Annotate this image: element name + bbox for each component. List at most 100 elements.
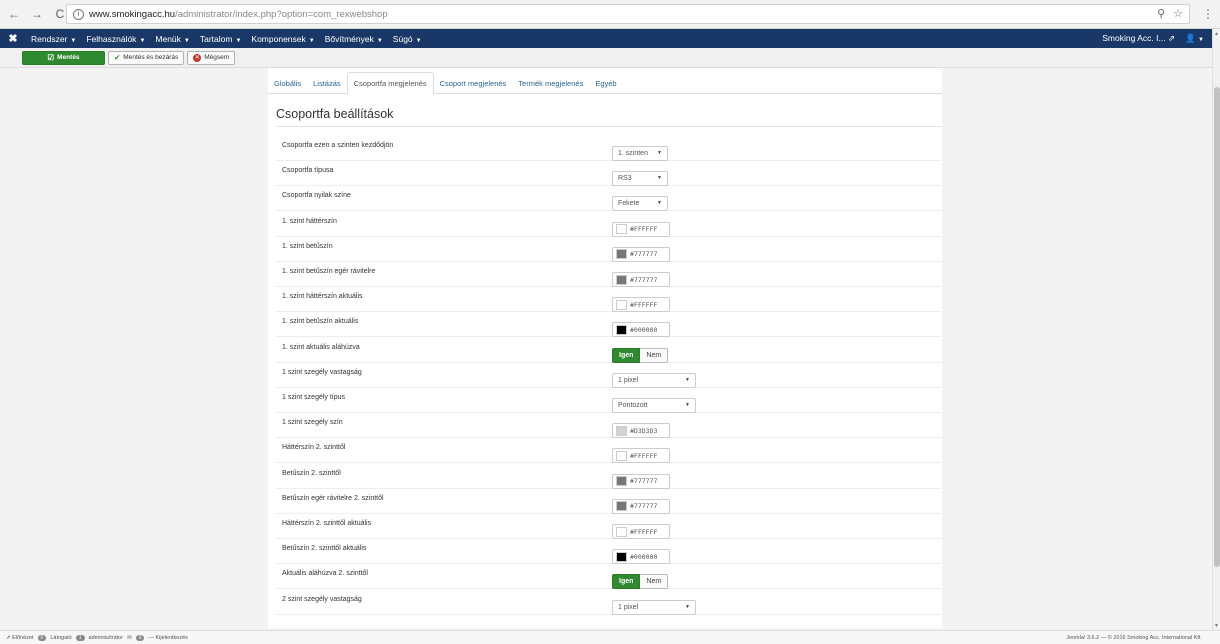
color-picker-input[interactable]: #FFFFFF bbox=[612, 221, 670, 237]
user-menu[interactable]: 👤 ▼ bbox=[1185, 33, 1204, 44]
menu-menuk[interactable]: Menük ▼ bbox=[150, 34, 194, 44]
settings-row: Betűszín 2. szinttől aktuális #000000 bbox=[276, 539, 942, 565]
setting-select[interactable]: 1 pixel ▼ bbox=[612, 372, 696, 388]
color-picker-input[interactable]: #777777 bbox=[612, 498, 670, 514]
toggle-yes-button[interactable]: Igen bbox=[612, 347, 641, 363]
tab-csoport-megjelenes[interactable]: Csoport megjelenés bbox=[434, 72, 513, 94]
color-value: #FFFFFF bbox=[630, 300, 658, 309]
tab-globalis[interactable]: Globális bbox=[268, 72, 307, 94]
color-picker-input[interactable]: #D3D3D3 bbox=[612, 423, 670, 439]
save-close-button[interactable]: ✔ Mentés és bezárás bbox=[108, 50, 185, 65]
reload-icon[interactable]: C bbox=[53, 7, 67, 21]
color-value: #D3D3D3 bbox=[630, 426, 658, 435]
settings-row: 1. szint betűszín egér rávitelre #777777 bbox=[276, 262, 942, 287]
scrollbar-thumb[interactable] bbox=[1214, 87, 1220, 567]
setting-label: 1 szint szegély vastagság bbox=[282, 368, 362, 376]
setting-label: 1. szint aktuális aláhúzva bbox=[282, 343, 360, 351]
save-button[interactable]: ☑ Mentés bbox=[22, 50, 105, 65]
action-toolbar: ☑ Mentés ✔ Mentés és bezárás ✕ Mégsem bbox=[0, 48, 1212, 68]
color-picker-input[interactable]: #777777 bbox=[612, 272, 670, 287]
joomla-logo-icon[interactable]: ✖ bbox=[0, 32, 26, 45]
color-swatch[interactable] bbox=[616, 274, 627, 285]
setting-control: 1 pixel ▼ bbox=[612, 599, 696, 615]
bookmark-star-icon[interactable]: ☆ bbox=[1173, 7, 1183, 20]
messages-icon[interactable]: ✉ bbox=[127, 635, 132, 641]
setting-label: 1. szint betűszín egér rávitelre bbox=[282, 268, 376, 275]
settings-row: 1 szint szegély vastagság 1 pixel ▼ bbox=[276, 363, 942, 388]
color-swatch[interactable] bbox=[616, 324, 627, 335]
setting-select[interactable]: 1. szinten ▼ bbox=[612, 146, 668, 161]
setting-select[interactable]: Pontozott ▼ bbox=[612, 398, 696, 413]
setting-label: Csoportfa ezen a szinten kezdődjön bbox=[282, 142, 394, 149]
toggle-yes-button[interactable]: Igen bbox=[612, 574, 641, 590]
select-value: 1 pixel bbox=[618, 376, 639, 384]
title-divider bbox=[276, 126, 942, 127]
settings-row: 1. szint aktuális aláhúzva Igen Nem bbox=[276, 338, 942, 363]
toggle-no-button[interactable]: Nem bbox=[640, 574, 669, 590]
color-swatch[interactable] bbox=[616, 501, 627, 512]
color-swatch[interactable] bbox=[616, 450, 627, 461]
page-scrollbar[interactable]: ▲ ▼ bbox=[1212, 29, 1220, 630]
color-picker-input[interactable]: #777777 bbox=[612, 473, 670, 489]
setting-label: Betűszín 2. szinttől aktuális bbox=[282, 545, 367, 553]
tab-egyeb[interactable]: Egyéb bbox=[589, 72, 622, 94]
color-swatch[interactable] bbox=[616, 249, 627, 260]
setting-control: #FFFFFF bbox=[612, 524, 670, 539]
url-host: www.smokingacc.hu bbox=[89, 8, 176, 20]
info-icon[interactable]: i bbox=[73, 8, 84, 20]
browser-menu-icon[interactable]: ⋮ bbox=[1202, 7, 1214, 21]
color-swatch[interactable] bbox=[616, 476, 627, 487]
setting-select[interactable]: RS3 ▼ bbox=[612, 171, 668, 187]
save-icon: ☑ bbox=[47, 53, 55, 62]
tab-csoportfa-megjelenes[interactable]: Csoportfa megjelenés bbox=[346, 72, 434, 94]
setting-control: 1. szinten ▼ bbox=[612, 146, 668, 161]
color-picker-input[interactable]: #FFFFFF bbox=[612, 524, 670, 539]
setting-label: Háttérszín 2. szinttől bbox=[282, 444, 346, 452]
color-swatch[interactable] bbox=[616, 425, 627, 436]
scroll-up-icon[interactable]: ▲ bbox=[1214, 31, 1219, 37]
menu-sugo[interactable]: Súgó ▼ bbox=[388, 34, 427, 44]
setting-select[interactable]: Fekete ▼ bbox=[612, 196, 668, 212]
menu-tartalom[interactable]: Tartalom ▼ bbox=[195, 34, 247, 44]
preview-link[interactable]: ⇗ Előnézet bbox=[6, 635, 34, 641]
color-value: #777777 bbox=[630, 502, 658, 511]
zoom-icon[interactable]: ⚲ bbox=[1157, 7, 1165, 20]
tab-termek-megjelenes[interactable]: Termék megjelenés bbox=[512, 72, 589, 94]
site-link[interactable]: Smoking Acc. I... ⇗ bbox=[1102, 33, 1175, 44]
color-swatch[interactable] bbox=[616, 224, 627, 235]
yes-no-toggle: Igen Nem bbox=[612, 574, 669, 590]
address-bar[interactable]: i www.smokingacc.hu/administrator/index.… bbox=[66, 4, 1190, 24]
color-picker-input[interactable]: #FFFFFF bbox=[612, 448, 670, 464]
tab-listazas[interactable]: Listázás bbox=[307, 72, 347, 94]
menu-komponensek[interactable]: Komponensek ▼ bbox=[246, 34, 319, 44]
setting-select[interactable]: 1 pixel ▼ bbox=[612, 599, 696, 615]
color-picker-input[interactable]: #000000 bbox=[612, 322, 670, 338]
toggle-no-button[interactable]: Nem bbox=[640, 347, 669, 363]
page-title: Csoportfa beállítások bbox=[276, 107, 394, 121]
settings-row: 1. szint háttérszín aktuális #FFFFFF bbox=[276, 287, 942, 313]
setting-label: 1 szint szegély szín bbox=[282, 419, 343, 427]
color-value: #000000 bbox=[630, 325, 658, 334]
setting-control: #FFFFFF bbox=[612, 448, 670, 464]
browser-toolbar: ← → C i www.smokingacc.hu/administrator/… bbox=[0, 0, 1220, 29]
admin-label: adminisztrátor bbox=[88, 634, 124, 641]
setting-control: #D3D3D3 bbox=[612, 423, 670, 439]
color-swatch[interactable] bbox=[616, 551, 627, 562]
admins-badge: 1 bbox=[75, 634, 85, 641]
setting-label: 1. szint betűszín aktuális bbox=[282, 318, 359, 326]
cancel-button[interactable]: ✕ Mégsem bbox=[187, 50, 236, 65]
browser-nav: ← → C bbox=[7, 7, 67, 21]
menu-rendszer[interactable]: Rendszer ▼ bbox=[26, 34, 81, 44]
color-swatch[interactable] bbox=[616, 526, 627, 537]
logout-link[interactable]: — Kijelentkezés bbox=[148, 635, 187, 641]
menu-felhasznalok[interactable]: Felhasználók ▼ bbox=[81, 34, 150, 44]
color-picker-input[interactable]: #000000 bbox=[612, 549, 670, 565]
forward-icon[interactable]: → bbox=[30, 7, 44, 21]
setting-control: RS3 ▼ bbox=[612, 171, 668, 187]
menu-bovitmenyek[interactable]: Bővítmények ▼ bbox=[320, 34, 388, 44]
color-swatch[interactable] bbox=[616, 299, 627, 310]
scroll-down-icon[interactable]: ▼ bbox=[1214, 623, 1219, 629]
color-picker-input[interactable]: #777777 bbox=[612, 246, 670, 262]
color-picker-input[interactable]: #FFFFFF bbox=[612, 297, 670, 313]
back-icon[interactable]: ← bbox=[7, 7, 21, 21]
